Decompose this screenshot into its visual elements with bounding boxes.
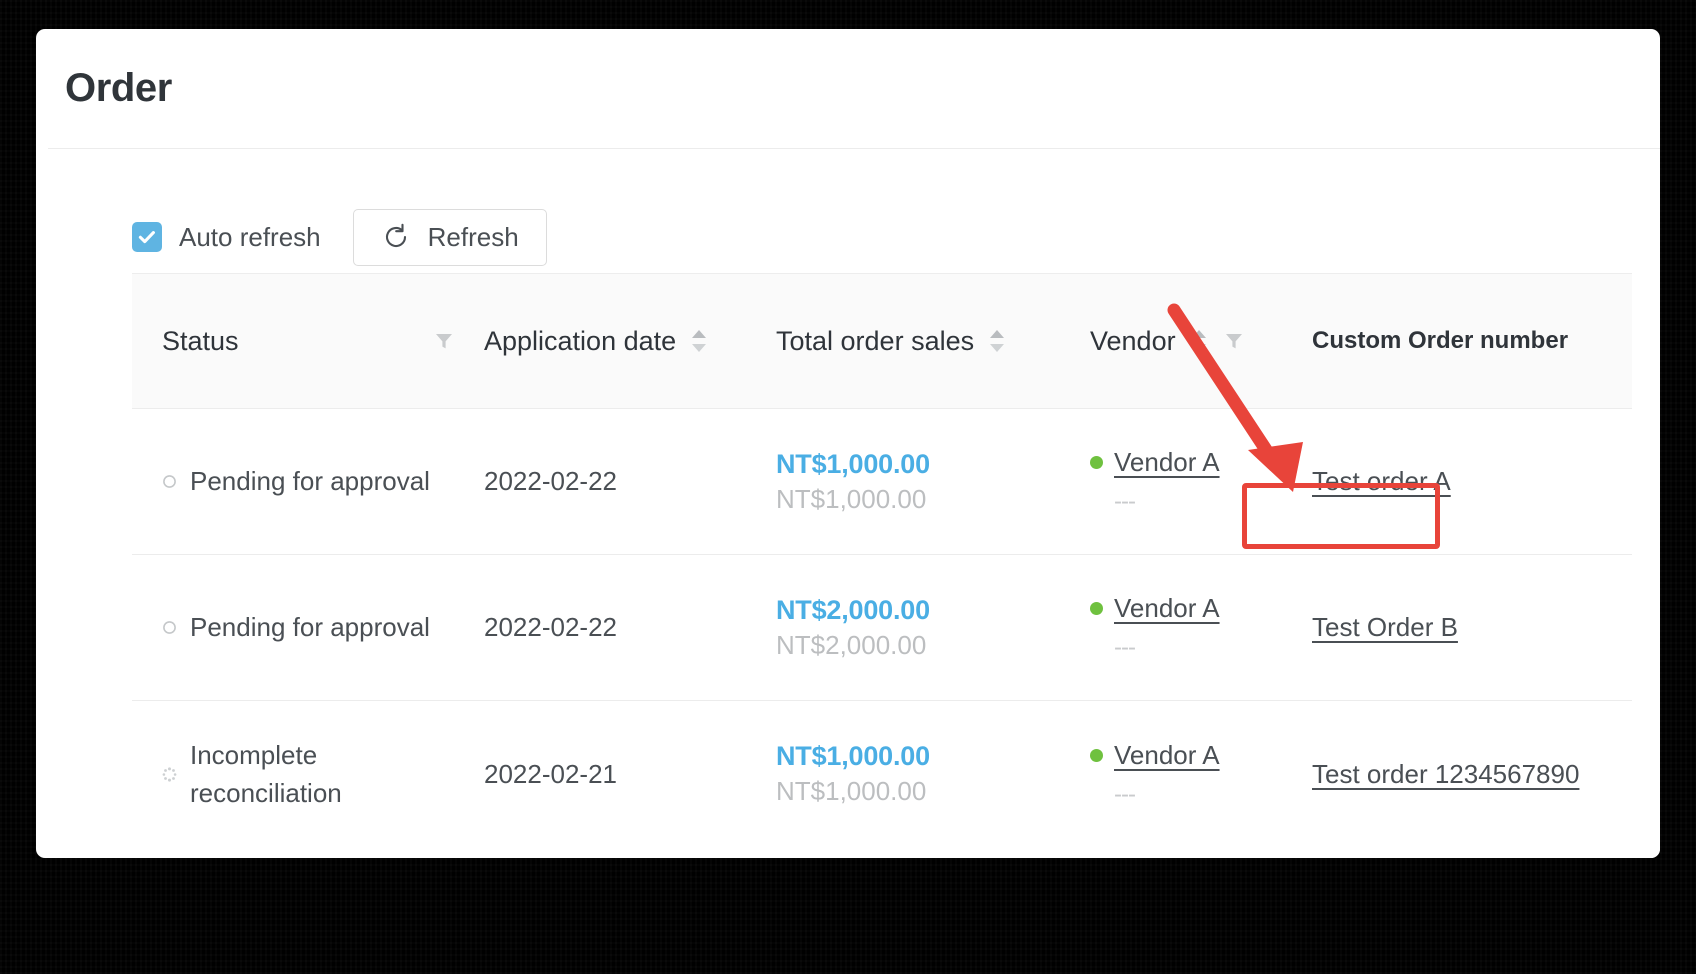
refresh-button-label: Refresh: [427, 221, 519, 252]
cell-status: Pending for approval: [132, 462, 484, 500]
filter-funnel-icon[interactable]: [432, 329, 456, 353]
column-header-total-order-sales-label: Total order sales: [776, 325, 975, 356]
order-page-card: Order Auto refresh Refresh Status Applic…: [36, 29, 1660, 858]
cell-total-order-sales: NT$1,000.00 NT$1,000.00: [776, 449, 1090, 515]
sales-amount-primary: NT$1,000.00: [776, 741, 930, 771]
cell-vendor: Vendor A ---: [1090, 740, 1290, 809]
sales-amount-secondary: NT$1,000.00: [776, 776, 927, 806]
sort-updown-icon[interactable]: [1190, 327, 1208, 355]
refresh-button[interactable]: Refresh: [352, 208, 547, 266]
column-header-vendor[interactable]: Vendor: [1090, 326, 1290, 357]
custom-order-number-link[interactable]: Test order A: [1312, 466, 1451, 497]
hollow-circle-icon: [163, 621, 176, 634]
cell-custom-order-number: Test order 1234567890: [1290, 759, 1590, 790]
cell-custom-order-number: Test Order B: [1290, 612, 1590, 643]
column-header-vendor-label: Vendor: [1090, 325, 1176, 356]
table-row[interactable]: Pending for approval 2022-02-22 NT$1,000…: [132, 409, 1632, 555]
vendor-line[interactable]: Vendor A: [1090, 740, 1220, 771]
custom-order-number-link[interactable]: Test order 1234567890: [1312, 759, 1579, 790]
refresh-circular-arrow-icon: [385, 223, 406, 248]
custom-order-number-link[interactable]: Test Order B: [1312, 612, 1458, 643]
sales-amount-primary: NT$1,000.00: [776, 448, 930, 479]
cell-custom-order-number: Test order A: [1290, 466, 1590, 497]
vendor-link[interactable]: Vendor A: [1114, 740, 1220, 771]
vendor-secondary-text: ---: [1114, 780, 1136, 808]
table-header-row: Status Application date Total order sale…: [132, 273, 1632, 409]
column-header-status-label: Status: [162, 325, 239, 356]
vendor-status-dot-icon: [1090, 456, 1103, 469]
cell-application-date: 2022-02-22: [484, 612, 617, 642]
column-header-total-order-sales[interactable]: Total order sales: [776, 326, 1090, 357]
vendor-line[interactable]: Vendor A: [1090, 593, 1220, 624]
filter-funnel-icon[interactable]: [1222, 329, 1246, 353]
vendor-secondary-text: ---: [1114, 634, 1136, 661]
status-text: Incomplete reconciliation: [190, 739, 342, 808]
cell-application-date: 2022-02-22: [484, 466, 617, 496]
vendor-secondary-text: ---: [1114, 488, 1136, 515]
status-text: Pending for approval: [190, 466, 430, 497]
table-row[interactable]: Pending for approval 2022-02-22 NT$2,000…: [132, 555, 1632, 701]
cell-status: Pending for approval: [132, 608, 484, 646]
page-title: Order: [65, 66, 172, 110]
vendor-link[interactable]: Vendor A: [1114, 447, 1220, 478]
sales-amount-secondary: NT$1,000.00: [776, 483, 927, 514]
cell-total-order-sales: NT$1,000.00 NT$1,000.00: [776, 741, 1090, 807]
screen-root: Order Auto refresh Refresh Status Applic…: [0, 0, 1696, 974]
column-header-application-date-label: Application date: [484, 325, 677, 356]
auto-refresh-checkbox[interactable]: [132, 222, 162, 252]
cell-status: Incomplete reconciliation: [132, 736, 484, 813]
page-header: Order: [36, 29, 1660, 148]
sort-updown-icon[interactable]: [988, 327, 1006, 355]
toolbar: Auto refresh Refresh: [48, 149, 1660, 273]
vendor-status-dot-icon: [1090, 602, 1103, 615]
order-list-panel: Auto refresh Refresh Status Application …: [48, 148, 1660, 858]
column-header-application-date[interactable]: Application date: [484, 326, 776, 357]
cell-vendor: Vendor A ---: [1090, 447, 1290, 516]
dotted-spinner-icon: [162, 766, 177, 782]
vendor-line[interactable]: Vendor A: [1090, 447, 1220, 478]
cell-total-order-sales: NT$2,000.00 NT$2,000.00: [776, 595, 1090, 661]
sales-amount-secondary: NT$2,000.00: [776, 629, 927, 660]
order-table: Status Application date Total order sale…: [132, 273, 1632, 847]
cell-application-date: 2022-02-21: [484, 758, 617, 789]
hollow-circle-icon: [163, 475, 176, 488]
sort-updown-icon[interactable]: [690, 327, 708, 355]
cell-vendor: Vendor A ---: [1090, 593, 1290, 662]
auto-refresh-checkbox-wrap[interactable]: Auto refresh: [132, 222, 321, 253]
status-text: Pending for approval: [190, 612, 430, 643]
column-header-custom-order-number-label: Custom Order number: [1312, 327, 1569, 354]
column-header-custom-order-number[interactable]: Custom Order number: [1290, 327, 1590, 355]
vendor-status-dot-icon: [1090, 748, 1103, 762]
check-icon: [138, 231, 155, 244]
column-header-status[interactable]: Status: [132, 326, 484, 357]
vendor-link[interactable]: Vendor A: [1114, 593, 1220, 624]
auto-refresh-label: Auto refresh: [179, 221, 321, 252]
table-row[interactable]: Incomplete reconciliation 2022-02-21 NT$…: [132, 701, 1632, 847]
sales-amount-primary: NT$2,000.00: [776, 594, 930, 625]
